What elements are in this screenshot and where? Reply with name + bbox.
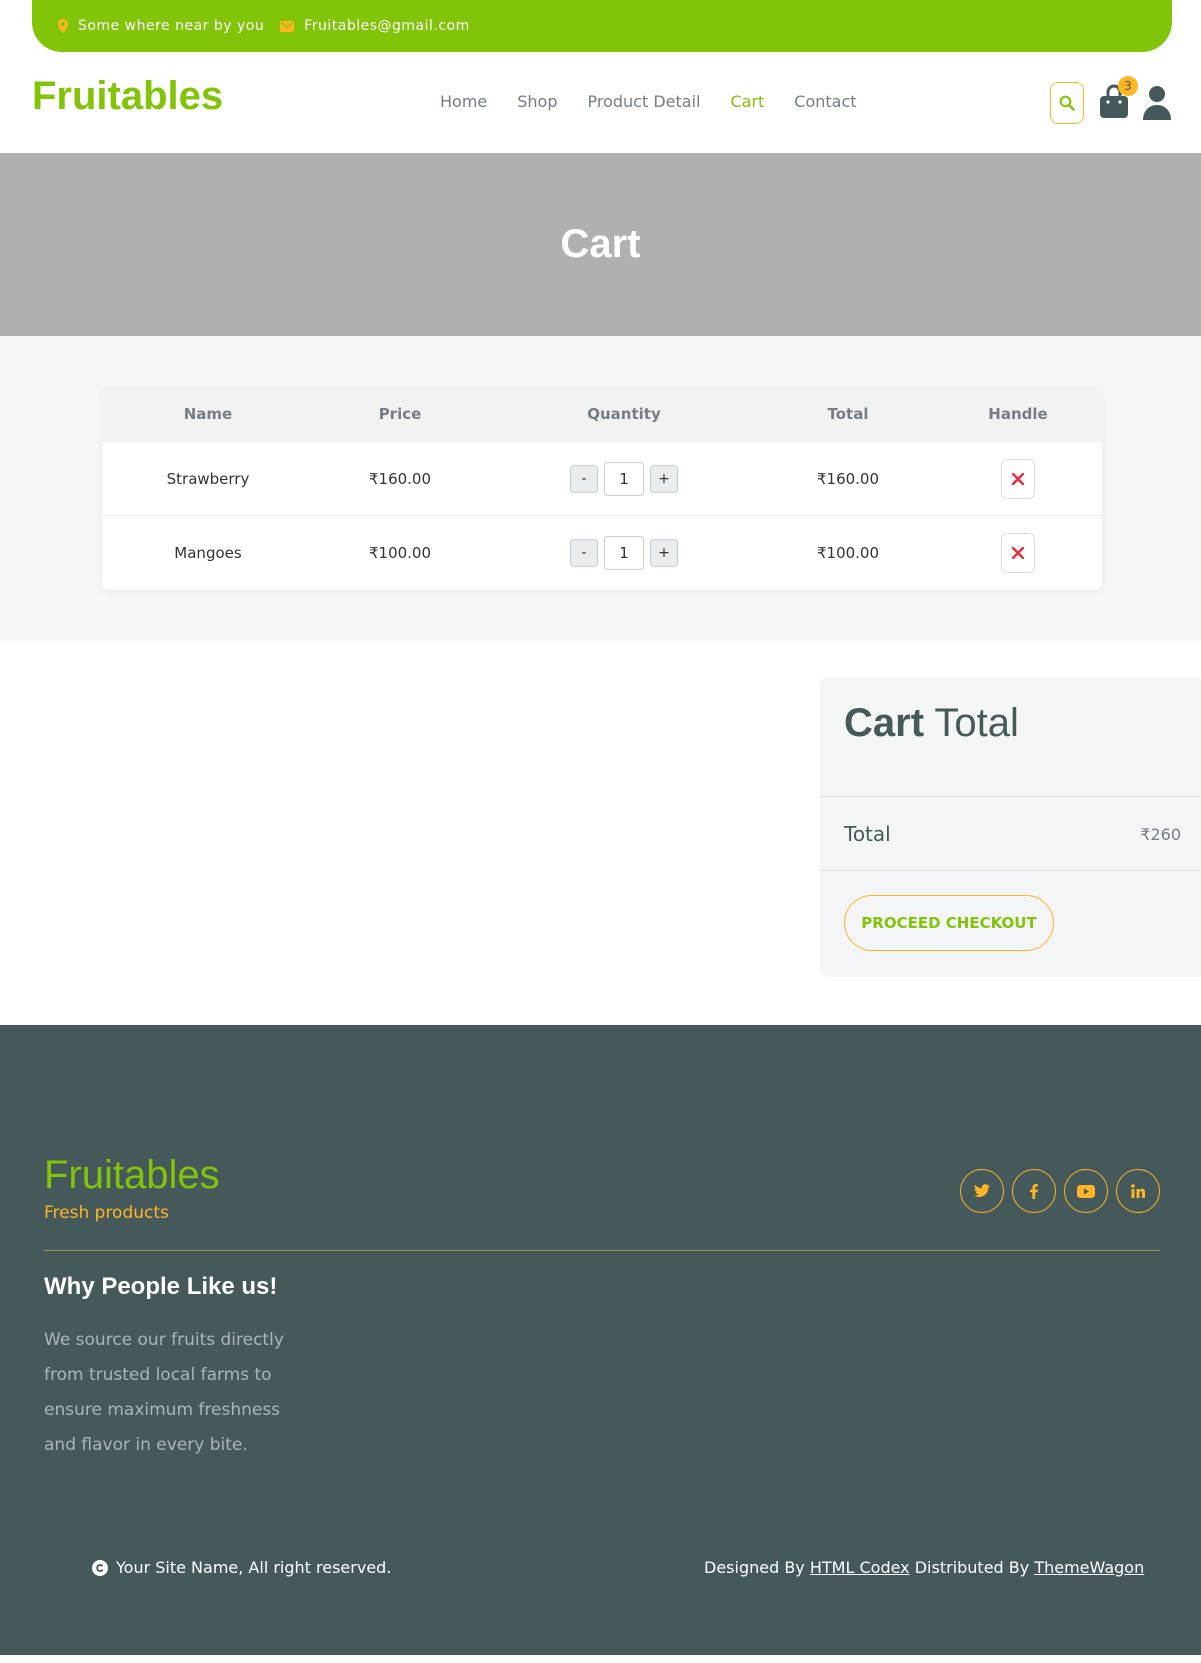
credits: Designed By HTML Codex Distributed By Th…	[704, 1558, 1144, 1577]
close-icon	[1012, 472, 1024, 485]
location-text: Some where near by you	[78, 18, 265, 34]
cart-table: Name Price Quantity Total Handle Strawbe…	[102, 386, 1102, 590]
main-header: Fruitables Home Shop Product Detail Cart…	[0, 52, 1201, 153]
nav-contact[interactable]: Contact	[794, 92, 856, 111]
increase-quantity-button[interactable]: +	[650, 539, 678, 567]
handle-cell	[934, 458, 1102, 499]
main-nav: Home Shop Product Detail Cart Contact	[440, 92, 887, 111]
social-links	[960, 1169, 1168, 1213]
map-marker-icon	[58, 19, 68, 33]
product-total: ₹160.00	[816, 469, 880, 488]
page-title: Cart	[560, 222, 641, 266]
table-header: Name Price Quantity Total Handle	[102, 386, 1102, 442]
product-name: Strawberry	[166, 469, 250, 488]
quantity-stepper: - 1 +	[486, 461, 762, 496]
designed-by-text: Designed By	[704, 1558, 805, 1577]
facebook-button[interactable]	[1012, 1169, 1056, 1213]
distributed-by-text: Distributed By	[914, 1558, 1030, 1577]
page-hero: Cart	[0, 153, 1201, 336]
footer-tagline: Fresh products	[44, 1203, 169, 1223]
remove-item-button[interactable]	[1001, 533, 1035, 573]
quantity-input[interactable]: 1	[604, 536, 644, 570]
location-info: Some where near by you	[58, 18, 264, 34]
twitter-button[interactable]	[960, 1169, 1004, 1213]
column-header-price: Price	[378, 405, 422, 423]
column-header-handle: Handle	[988, 405, 1048, 423]
column-header-quantity: Quantity	[587, 405, 661, 423]
cart-count-badge: 3	[1118, 76, 1138, 96]
table-row: Strawberry ₹160.00 - 1 + ₹160.00	[102, 442, 1102, 516]
divider	[820, 796, 1201, 797]
facebook-icon	[1030, 1183, 1038, 1199]
youtube-icon	[1077, 1184, 1095, 1198]
remove-item-button[interactable]	[1001, 458, 1035, 499]
nav-product-detail[interactable]: Product Detail	[588, 92, 701, 111]
cart-total-panel: Cart Total Total ₹260 PROCEED CHECKOUT	[820, 677, 1201, 977]
copyright: Your Site Name, All right reserved.	[92, 1558, 391, 1577]
footer-about-text: We source our fruits directly from trust…	[44, 1330, 284, 1455]
distributor-link[interactable]: ThemeWagon	[1034, 1558, 1144, 1577]
copyright-icon	[92, 1559, 108, 1576]
handle-cell	[934, 533, 1102, 573]
twitter-icon	[974, 1184, 990, 1198]
user-icon[interactable]	[1142, 84, 1172, 120]
copyright-text: Your Site Name, All right reserved.	[116, 1558, 392, 1577]
product-total: ₹100.00	[816, 544, 880, 562]
close-icon	[1012, 547, 1024, 559]
cart-total-title: Cart Total	[844, 701, 1019, 745]
footer-heading: Why People Like us!	[44, 1273, 278, 1300]
quantity-stepper: - 1 +	[486, 536, 762, 570]
youtube-button[interactable]	[1064, 1169, 1108, 1213]
footer-brand[interactable]: Fruitables	[44, 1153, 220, 1198]
email-info[interactable]: Fruitables@gmail.com	[280, 18, 470, 34]
brand-logo[interactable]: Fruitables	[32, 74, 223, 119]
column-header-total: Total	[827, 405, 869, 423]
table-row: Mangoes ₹100.00 - 1 + ₹100.00	[102, 516, 1102, 590]
designer-link[interactable]: HTML Codex	[810, 1558, 910, 1577]
column-header-name: Name	[183, 405, 233, 423]
total-amount: ₹260	[1140, 825, 1181, 844]
envelope-icon	[280, 20, 295, 32]
footer: Fruitables Fresh products Why People Lik…	[0, 1025, 1201, 1655]
email-text[interactable]: Fruitables@gmail.com	[304, 18, 470, 34]
increase-quantity-button[interactable]: +	[650, 464, 678, 493]
divider	[820, 870, 1201, 871]
nav-home[interactable]: Home	[440, 92, 487, 111]
nav-shop[interactable]: Shop	[517, 92, 557, 111]
nav-cart[interactable]: Cart	[730, 92, 764, 111]
quantity-input[interactable]: 1	[604, 461, 644, 496]
product-price: ₹160.00	[368, 469, 432, 488]
search-icon	[1059, 95, 1075, 111]
search-button[interactable]	[1050, 82, 1084, 124]
footer-divider	[44, 1250, 1160, 1251]
product-price: ₹100.00	[368, 544, 432, 562]
linkedin-button[interactable]	[1116, 1169, 1160, 1213]
proceed-checkout-button[interactable]: PROCEED CHECKOUT	[844, 895, 1054, 951]
total-label: Total	[844, 822, 891, 846]
decrease-quantity-button[interactable]: -	[570, 464, 598, 493]
linkedin-icon	[1131, 1184, 1145, 1198]
decrease-quantity-button[interactable]: -	[570, 539, 598, 567]
product-name: Mangoes	[174, 544, 242, 562]
top-bar: Some where near by you Fruitables@gmail.…	[32, 0, 1172, 52]
cart-section: Name Price Quantity Total Handle Strawbe…	[0, 336, 1201, 641]
